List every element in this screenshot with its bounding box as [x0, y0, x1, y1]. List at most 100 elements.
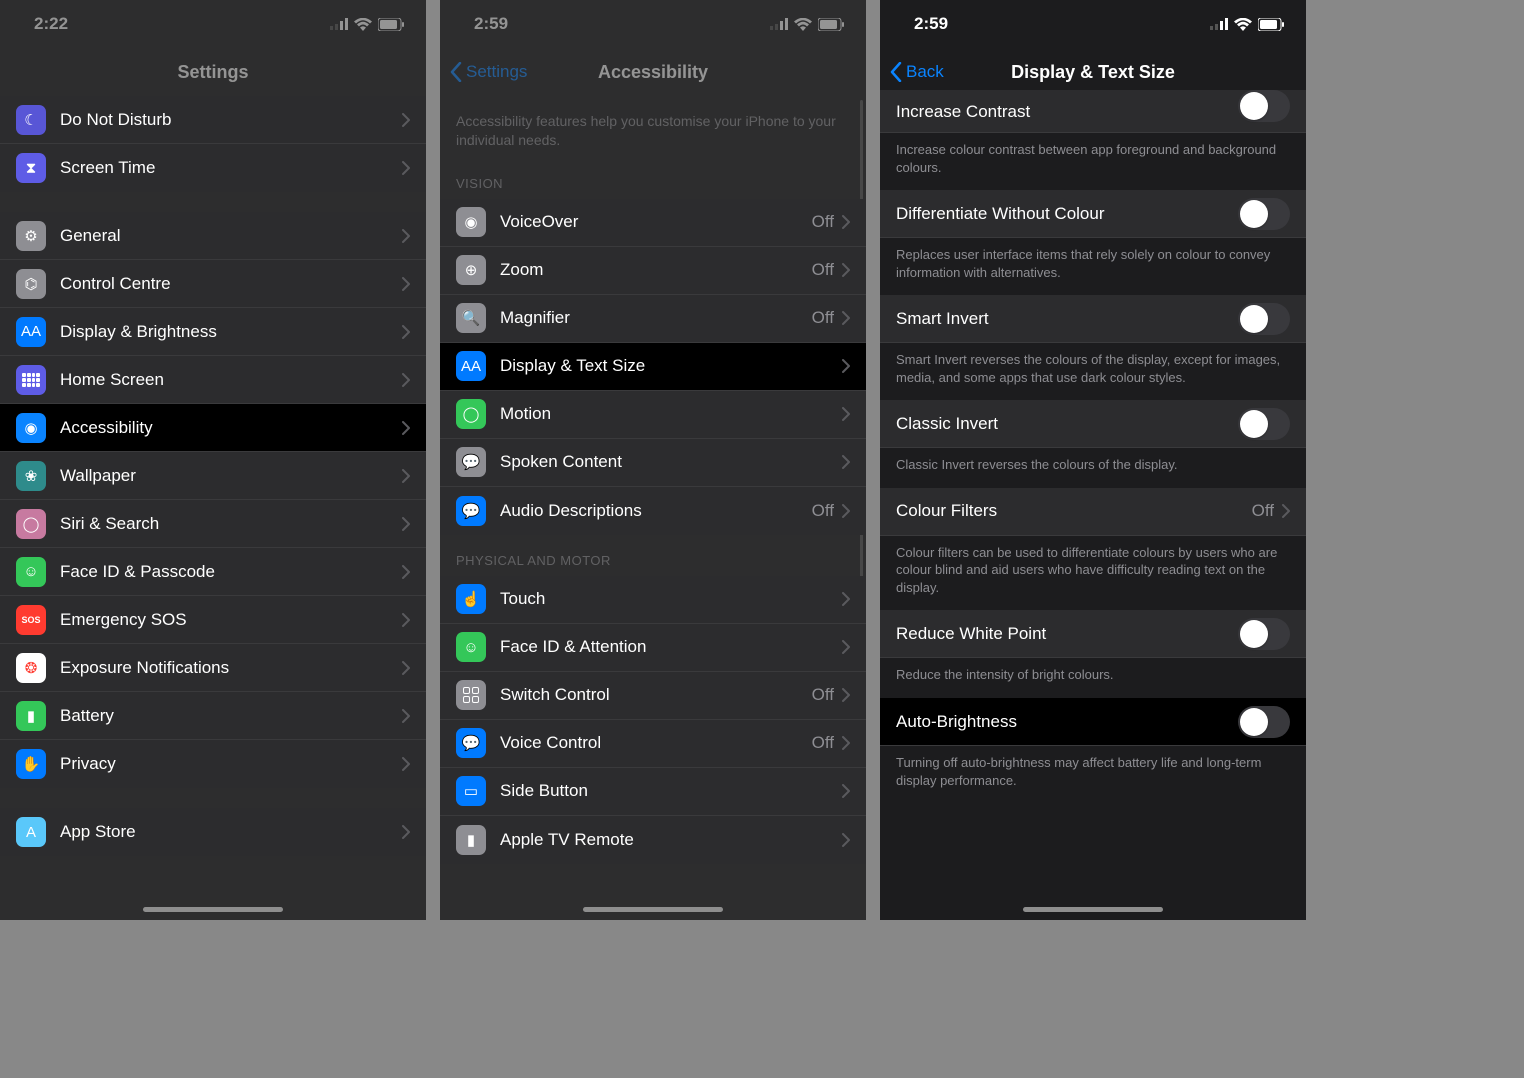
- differentiate-colour-toggle[interactable]: [1238, 198, 1290, 230]
- home-screen-icon: [16, 365, 46, 395]
- moon-row[interactable]: ☾ Do Not Disturb: [0, 96, 426, 144]
- row-label: Auto-Brightness: [896, 712, 1238, 732]
- side-button-row[interactable]: ▭Side Button: [440, 768, 866, 816]
- classic-invert-row[interactable]: Classic Invert: [880, 400, 1306, 448]
- hourglass-row[interactable]: ⧗Screen Time: [0, 144, 426, 192]
- battery-icon: [378, 18, 404, 31]
- faceid-attn-row[interactable]: ☺Face ID & Attention: [440, 624, 866, 672]
- row-label: Do Not Disturb: [60, 110, 402, 130]
- reduce-white-point-toggle[interactable]: [1238, 618, 1290, 650]
- differentiate-colour-row[interactable]: Differentiate Without Colour: [880, 190, 1306, 238]
- row-label: Control Centre: [60, 274, 402, 294]
- increase-contrast-footer: Increase colour contrast between app for…: [880, 133, 1306, 190]
- reduce-white-point-row[interactable]: Reduce White Point: [880, 610, 1306, 658]
- nav-bar: Settings Accessibility: [440, 48, 866, 96]
- accessibility-screen: 2:59 Settings Accessibility Accessibilit…: [440, 0, 866, 920]
- apple-tv-row[interactable]: ▮Apple TV Remote: [440, 816, 866, 864]
- switch-control-row[interactable]: Switch ControlOff: [440, 672, 866, 720]
- increase-contrast-toggle[interactable]: [1238, 90, 1290, 122]
- chevron-right-icon: [842, 736, 850, 750]
- home-screen-row[interactable]: Home Screen: [0, 356, 426, 404]
- gear-row[interactable]: ⚙General: [0, 212, 426, 260]
- auto-brightness-row[interactable]: Auto-Brightness: [880, 698, 1306, 746]
- touch-row[interactable]: ☝ Touch: [440, 576, 866, 624]
- chevron-right-icon: [402, 229, 410, 243]
- nav-bar: Back Display & Text Size: [880, 48, 1306, 96]
- accessibility-row[interactable]: ◉Accessibility: [0, 404, 426, 452]
- faceid-row[interactable]: ☺Face ID & Passcode: [0, 548, 426, 596]
- display-text-list[interactable]: Increase Contrast Increase colour contra…: [880, 90, 1306, 803]
- chevron-right-icon: [842, 455, 850, 469]
- row-value: Off: [1252, 501, 1274, 521]
- privacy-row[interactable]: ✋Privacy: [0, 740, 426, 788]
- wifi-icon: [354, 18, 372, 31]
- siri-row[interactable]: ◯Siri & Search: [0, 500, 426, 548]
- back-button[interactable]: Back: [890, 62, 944, 82]
- back-label: Settings: [466, 62, 527, 82]
- home-indicator[interactable]: [583, 907, 723, 912]
- audio-desc-row[interactable]: 💬Audio DescriptionsOff: [440, 487, 866, 535]
- chevron-right-icon: [842, 640, 850, 654]
- page-title: Display & Text Size: [1011, 62, 1175, 83]
- status-bar: 2:59: [440, 0, 866, 48]
- moon-icon: ☾: [16, 105, 46, 135]
- auto-brightness-footer: Turning off auto-brightness may affect b…: [880, 746, 1306, 803]
- cellular-icon: [770, 18, 788, 30]
- spoken-content-icon: 💬: [456, 447, 486, 477]
- colour-filters-row[interactable]: Colour Filters Off: [880, 488, 1306, 536]
- motion-icon: ◯: [456, 399, 486, 429]
- chevron-right-icon: [842, 359, 850, 373]
- row-label: Wallpaper: [60, 466, 402, 486]
- display-text-row[interactable]: AADisplay & Text Size: [440, 343, 866, 391]
- classic-invert-footer: Classic Invert reverses the colours of t…: [880, 448, 1306, 488]
- chevron-right-icon: [842, 688, 850, 702]
- toggles-row[interactable]: ⌬Control Centre: [0, 260, 426, 308]
- chevron-right-icon: [402, 421, 410, 435]
- gear-icon: ⚙: [16, 221, 46, 251]
- privacy-icon: ✋: [16, 749, 46, 779]
- back-button[interactable]: Settings: [450, 62, 527, 82]
- chevron-right-icon: [842, 833, 850, 847]
- row-label: Display & Brightness: [60, 322, 402, 342]
- chevron-right-icon: [402, 277, 410, 291]
- smart-invert-row[interactable]: Smart Invert: [880, 295, 1306, 343]
- appstore-icon: A: [16, 817, 46, 847]
- home-indicator[interactable]: [143, 907, 283, 912]
- intro-text: Accessibility features help you customis…: [440, 96, 866, 158]
- wifi-icon: [1234, 18, 1252, 31]
- appstore-row[interactable]: AApp Store: [0, 808, 426, 856]
- spoken-content-row[interactable]: 💬Spoken Content: [440, 439, 866, 487]
- status-bar: 2:59: [880, 0, 1306, 48]
- voice-control-row[interactable]: 💬Voice ControlOff: [440, 720, 866, 768]
- row-label: Touch: [500, 589, 842, 609]
- chevron-right-icon: [402, 757, 410, 771]
- wallpaper-row[interactable]: ❀Wallpaper: [0, 452, 426, 500]
- row-label: Side Button: [500, 781, 842, 801]
- classic-invert-toggle[interactable]: [1238, 408, 1290, 440]
- settings-list[interactable]: ☾ Do Not Disturb ⧗Screen Time ⚙General⌬Con…: [0, 96, 426, 856]
- voiceover-row[interactable]: ◉VoiceOverOff: [440, 199, 866, 247]
- chevron-left-icon: [890, 62, 902, 82]
- magnifier-row[interactable]: 🔍MagnifierOff: [440, 295, 866, 343]
- home-indicator[interactable]: [1023, 907, 1163, 912]
- accessibility-list[interactable]: Accessibility features help you customis…: [440, 96, 866, 864]
- text-size-row[interactable]: AADisplay & Brightness: [0, 308, 426, 356]
- display-text-icon: AA: [456, 351, 486, 381]
- smart-invert-toggle[interactable]: [1238, 303, 1290, 335]
- touch-icon: ☝: [456, 584, 486, 614]
- row-label: Reduce White Point: [896, 624, 1238, 644]
- row-label: Switch Control: [500, 685, 812, 705]
- zoom-row[interactable]: ⊕ZoomOff: [440, 247, 866, 295]
- chevron-right-icon: [402, 373, 410, 387]
- status-bar: 2:22: [0, 0, 426, 48]
- motion-row[interactable]: ◯Motion: [440, 391, 866, 439]
- battery-row[interactable]: ▮Battery: [0, 692, 426, 740]
- increase-contrast-row[interactable]: Increase Contrast: [880, 90, 1306, 133]
- sos-row[interactable]: SOSEmergency SOS: [0, 596, 426, 644]
- chevron-right-icon: [402, 613, 410, 627]
- exposure-row[interactable]: ❂Exposure Notifications: [0, 644, 426, 692]
- row-label: Increase Contrast: [896, 102, 1238, 122]
- settings-screen: 2:22 Settings ☾Do Not Disturb⧗Screen Tim…: [0, 0, 426, 920]
- row-label: Home Screen: [60, 370, 402, 390]
- auto-brightness-toggle[interactable]: [1238, 706, 1290, 738]
